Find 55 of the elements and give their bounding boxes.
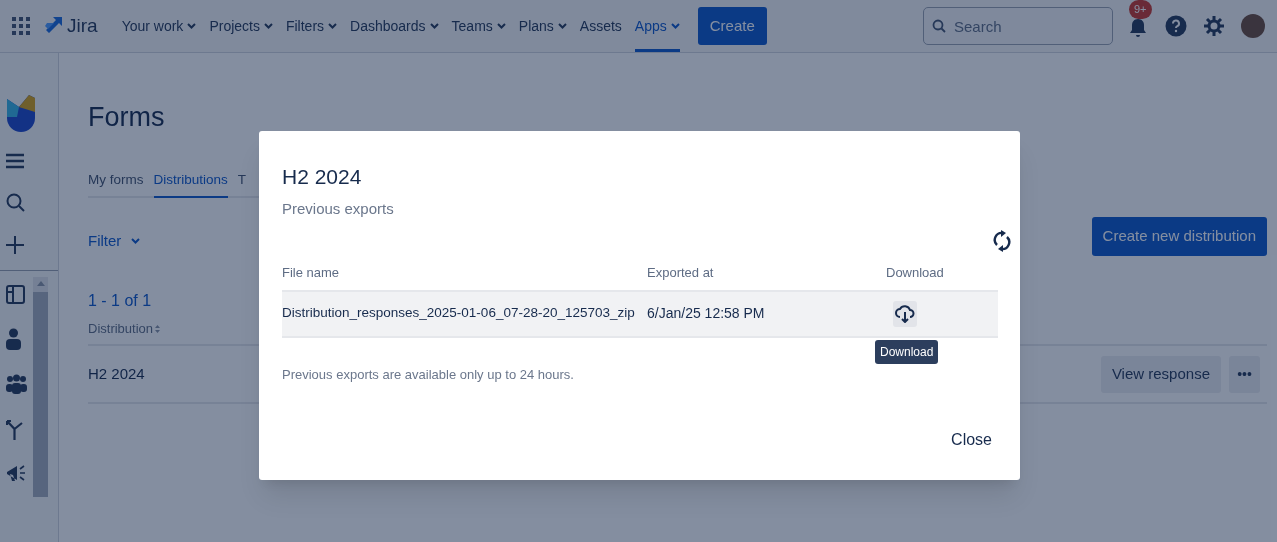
tab[interactable]: T	[237, 169, 247, 198]
megaphone-icon[interactable]	[6, 464, 26, 482]
refresh-icon[interactable]	[993, 230, 1011, 252]
person-icon[interactable]	[6, 328, 21, 350]
people-icon[interactable]	[6, 374, 27, 394]
branch-icon[interactable]	[6, 418, 23, 440]
product-name[interactable]: Jira	[67, 11, 98, 41]
nav-menu-item[interactable]: Apps	[634, 0, 680, 52]
sidebar-scrollbar[interactable]	[33, 277, 48, 497]
nav-menu-item[interactable]: Teams	[451, 0, 506, 52]
table-cell-text: H2 2024	[88, 364, 145, 384]
exported-at-cell-text: 6/Jan/25 12:58 PM	[647, 304, 766, 323]
tab[interactable]: My forms	[88, 169, 144, 198]
view-response-button[interactable]: View response	[1100, 355, 1221, 393]
chevron-down-icon	[131, 238, 141, 244]
result-count: 1 - 1 of 1	[88, 290, 152, 311]
retention-note: Previous exports are available only up to 24 hours.	[282, 365, 575, 384]
column-header[interactable]: Distribution	[88, 318, 161, 339]
create-button[interactable]: Create	[697, 7, 767, 45]
notification-bell-icon[interactable]	[1127, 16, 1149, 38]
tab[interactable]: Distributions	[153, 169, 228, 198]
nav-menu-item[interactable]: Filters	[285, 0, 338, 52]
plus-icon[interactable]	[6, 236, 24, 254]
nav-menu-item[interactable]: Your work	[121, 0, 197, 52]
page-title: Forms	[88, 101, 166, 134]
nav-menu-item[interactable]: Dashboards	[350, 0, 439, 52]
filter-dropdown[interactable]: Filter	[88, 229, 141, 253]
column-header: File name	[282, 264, 341, 282]
nav-menu-item[interactable]: Projects	[209, 0, 273, 52]
settings-icon[interactable]	[1203, 15, 1225, 37]
download-button[interactable]	[893, 300, 917, 327]
more-actions-button[interactable]: •••	[1229, 355, 1260, 393]
dialog-title: H2 2024	[282, 164, 363, 190]
nav-menu-item[interactable]: Plans	[518, 0, 567, 52]
panel-icon[interactable]	[6, 285, 25, 304]
close-button[interactable]: Close	[943, 422, 1000, 458]
search-icon	[932, 19, 946, 33]
notification-count-badge: 9+	[1129, 0, 1152, 19]
cloud-download-icon	[895, 304, 915, 323]
dialog-subtitle: Previous exports	[282, 198, 395, 219]
app-logo-icon[interactable]	[7, 95, 37, 133]
file-name-cell-text: Distribution_responses_2025-01-06_07-28-20_125703_zip	[282, 304, 636, 323]
search-icon[interactable]	[6, 193, 25, 212]
user-avatar[interactable]	[1241, 14, 1265, 38]
create-new-distribution-button[interactable]: Create new distribution	[1091, 216, 1267, 256]
download-tooltip: Download	[875, 339, 939, 364]
sort-icon	[155, 324, 161, 333]
jira-logo-icon[interactable]	[43, 16, 63, 36]
search-field[interactable]: Search	[923, 7, 1113, 45]
column-header: Exported at	[647, 264, 715, 282]
app-grid-icon[interactable]	[12, 17, 30, 35]
nav-menu-item[interactable]: Assets	[579, 0, 622, 52]
help-icon[interactable]	[1165, 15, 1187, 37]
menu-icon[interactable]	[6, 153, 24, 169]
column-header: Download	[886, 264, 945, 282]
